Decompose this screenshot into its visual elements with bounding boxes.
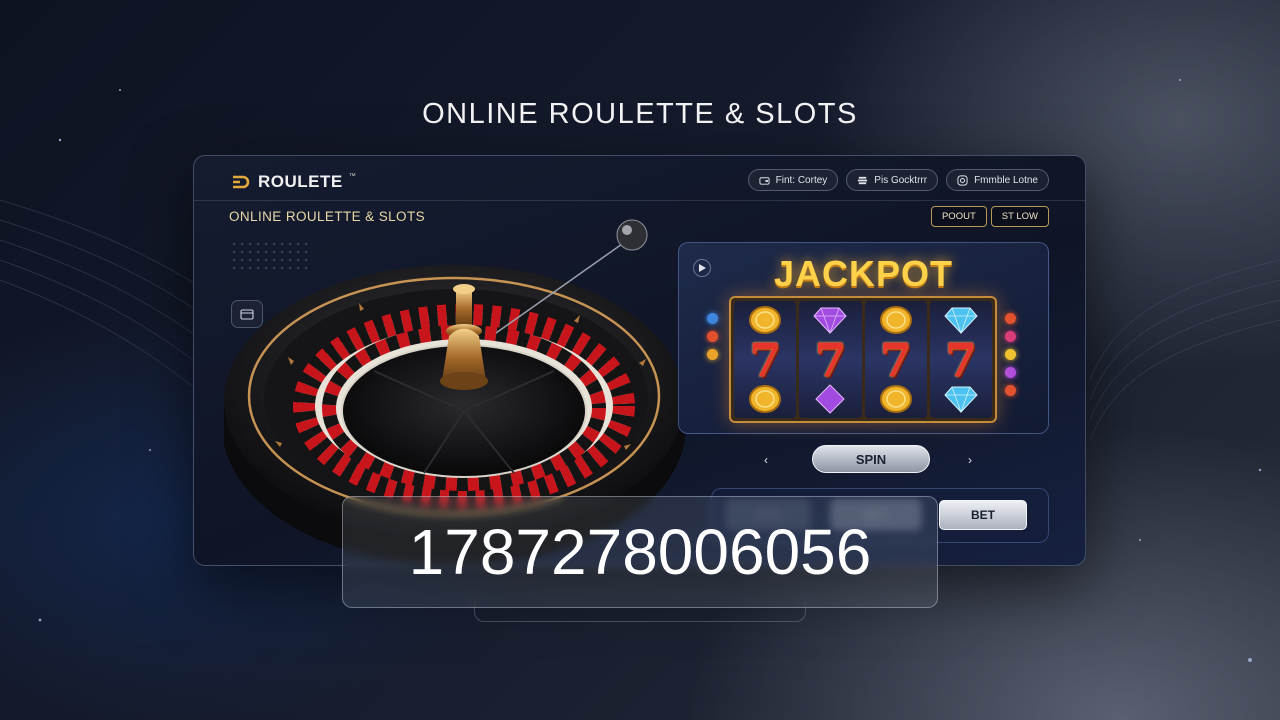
number-overlay: 1787278006056 — [342, 496, 938, 608]
top-nav: Fint: Cortey Pis Gocktrrr Fmmble Lotne — [747, 169, 1049, 191]
wallet-icon — [759, 176, 770, 185]
nav-pill-2[interactable]: Pis Gocktrrr — [846, 169, 939, 191]
spin-button[interactable]: SPIN — [812, 445, 930, 473]
overlay-number: 1787278006056 — [408, 516, 872, 588]
bet-button-primary[interactable]: BET — [939, 500, 1027, 530]
left-lights — [707, 313, 718, 360]
coin-icon — [877, 305, 915, 335]
reel-symbol-seven: 7 — [944, 332, 977, 387]
purple-gem-icon — [811, 384, 849, 414]
reel: 7 — [864, 301, 927, 418]
reel-symbol-seven: 7 — [814, 332, 847, 387]
nav-pill-3[interactable]: Fmmble Lotne — [946, 169, 1049, 191]
brand[interactable]: ROULETE ™ — [230, 171, 356, 193]
top-bar: ROULETE ™ Fint: Cortey Pis Gocktrrr Fmmb… — [194, 156, 1085, 201]
roulette-ball — [616, 219, 648, 251]
coin-icon — [746, 384, 784, 414]
page-title: ONLINE ROULETTE & SLOTS — [422, 98, 858, 130]
slot-reels: 7 7 7 7 — [729, 296, 997, 423]
brand-logo-icon — [233, 175, 250, 189]
purple-gem-icon — [811, 305, 849, 335]
nav-pill-label: Fint: Cortey — [775, 174, 828, 186]
brand-name: ROULETE — [258, 172, 343, 191]
camera-icon — [957, 174, 968, 186]
stack-icon — [858, 176, 868, 184]
action-buttons: POOUT ST LOW — [930, 206, 1049, 227]
reel-symbol-seven: 7 — [749, 332, 782, 387]
prev-arrow-icon[interactable]: ‹ — [764, 453, 768, 467]
jackpot-title: JACKPOT — [773, 253, 954, 294]
nav-pill-label: Fmmble Lotne — [974, 174, 1038, 186]
reel-symbol-seven: 7 — [879, 332, 912, 387]
blue-diamond-icon — [942, 384, 980, 414]
reel: 7 — [734, 301, 797, 418]
coin-icon — [877, 384, 915, 414]
payout-button[interactable]: POOUT — [930, 206, 987, 227]
brand-trademark: ™ — [348, 172, 356, 180]
slot-machine: JACKPOT 7 7 7 7 — [678, 242, 1049, 434]
slow-button[interactable]: ST LOW — [990, 206, 1049, 227]
nav-pill-label: Pis Gocktrrr — [874, 174, 928, 186]
next-arrow-icon[interactable]: › — [968, 453, 972, 467]
blue-diamond-icon — [942, 305, 980, 335]
reel: 7 — [929, 301, 992, 418]
right-lights — [1005, 313, 1016, 396]
reel: 7 — [799, 301, 862, 418]
coin-icon — [746, 305, 784, 335]
nav-pill-1[interactable]: Fint: Cortey — [747, 169, 839, 191]
spin-controls: ‹ SPIN › — [754, 445, 994, 475]
